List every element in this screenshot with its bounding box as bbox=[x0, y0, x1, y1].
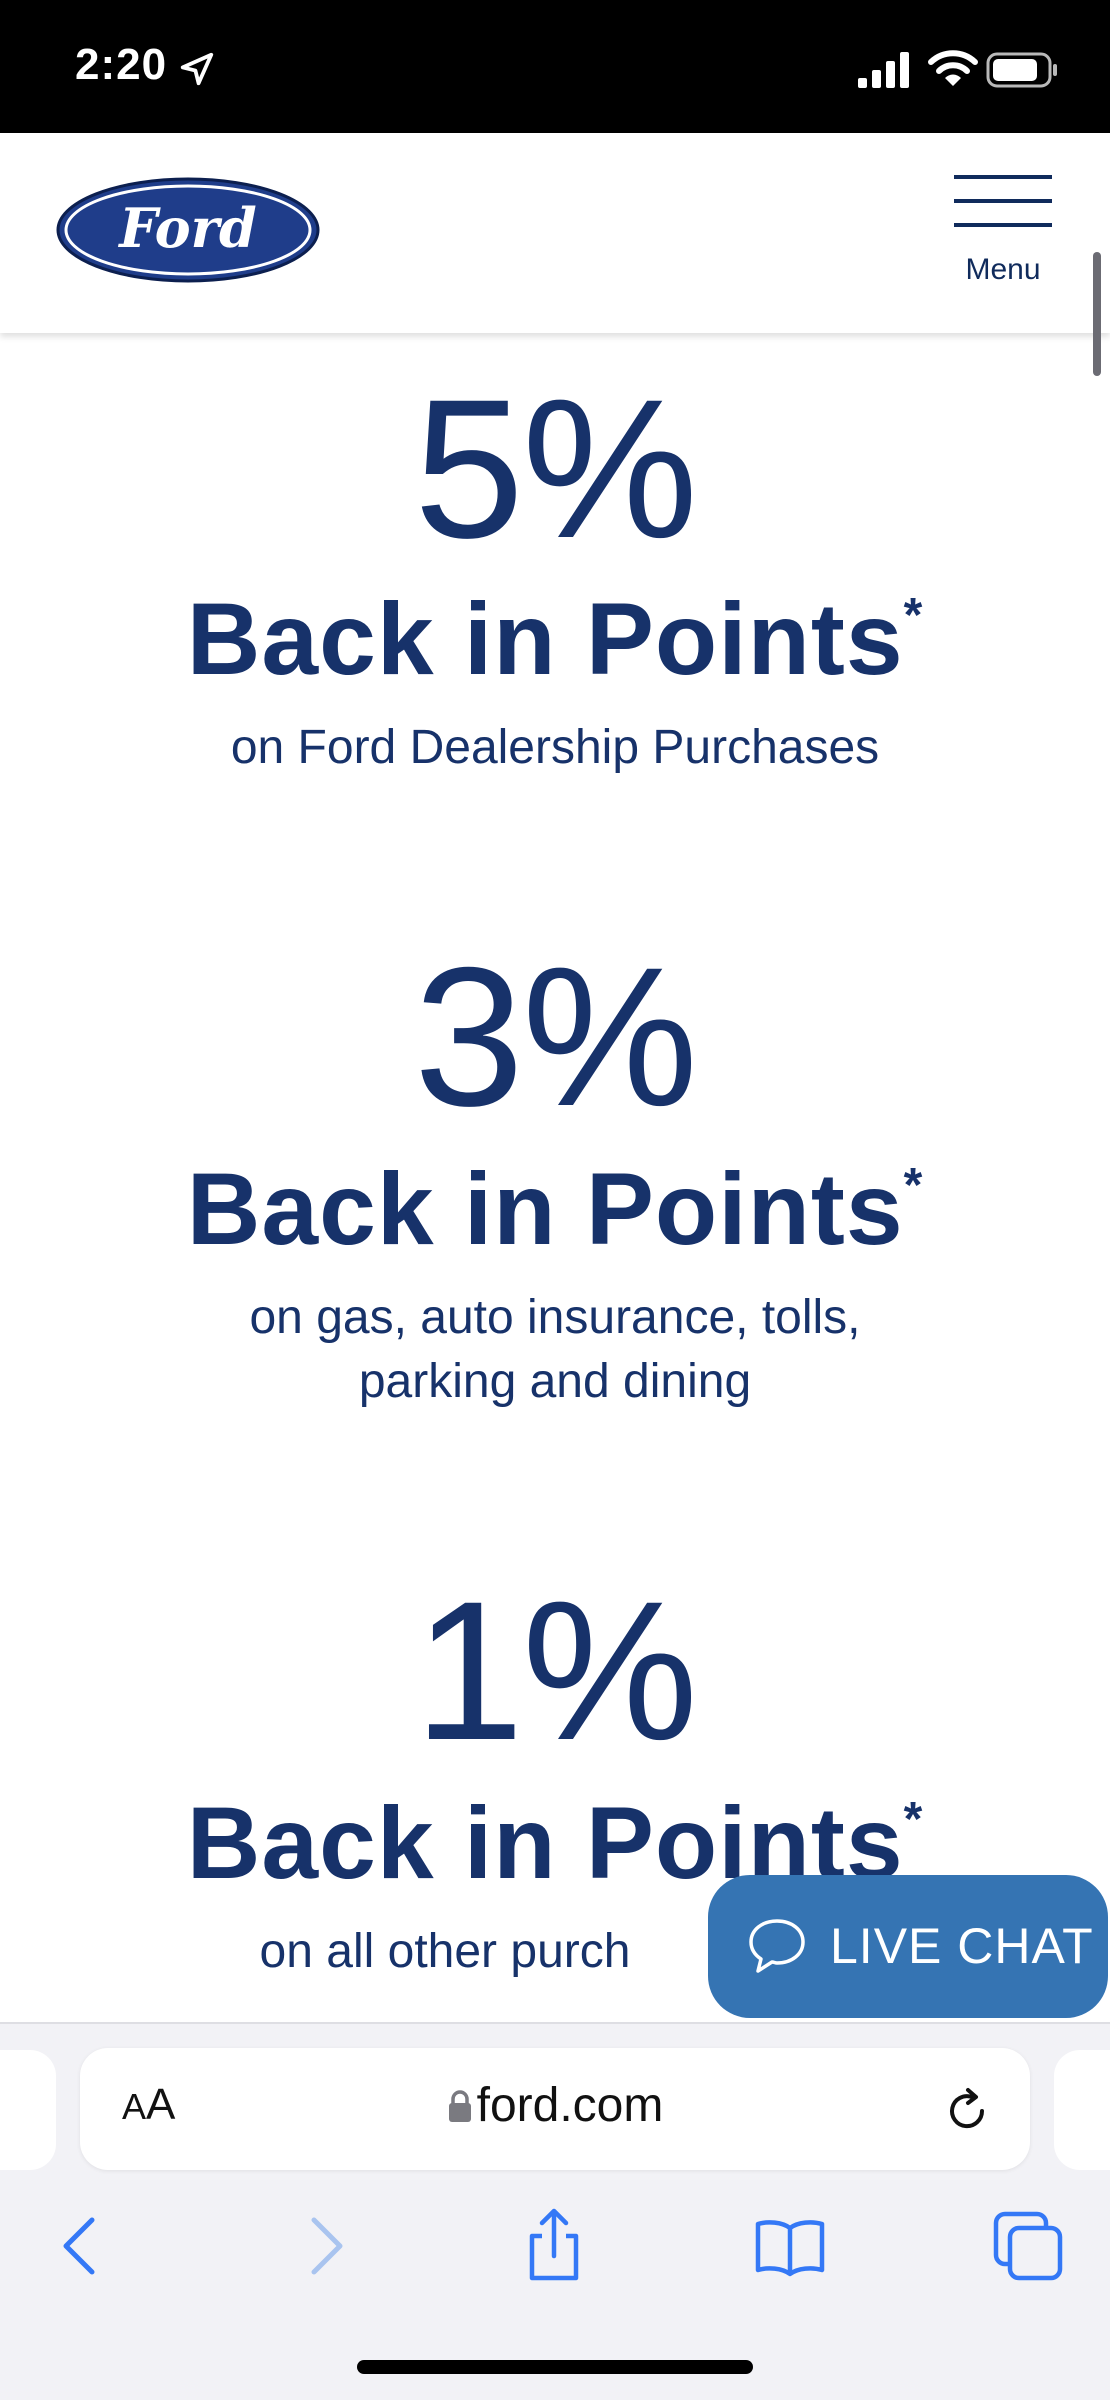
lock-icon bbox=[448, 2090, 471, 2122]
offer-title: Back in Points* bbox=[0, 588, 1110, 690]
offer-percent: 3% bbox=[413, 926, 698, 1147]
offer-title-text: Back in Points bbox=[186, 1152, 904, 1266]
offer-title: Back in Points* bbox=[0, 1158, 1110, 1260]
location-arrow-icon bbox=[180, 52, 214, 86]
offer-percent: 5% bbox=[413, 358, 698, 579]
url-text: ford.com bbox=[476, 2079, 664, 2132]
menu-button[interactable]: Menu bbox=[948, 175, 1058, 295]
offer-percent: 1% bbox=[413, 1560, 698, 1781]
cellular-signal-icon bbox=[858, 52, 909, 88]
address-bar[interactable]: AA ford.com bbox=[80, 2048, 1030, 2170]
next-tab-peek[interactable] bbox=[1054, 2050, 1110, 2170]
tabs-icon[interactable] bbox=[988, 2206, 1068, 2286]
offer-asterisk: * bbox=[903, 589, 924, 642]
hamburger-line bbox=[954, 175, 1052, 179]
offer-asterisk: * bbox=[903, 1159, 924, 1212]
live-chat-label: LIVE CHAT bbox=[830, 1918, 1094, 1974]
hamburger-line bbox=[954, 223, 1052, 227]
wifi-icon bbox=[928, 50, 978, 86]
offer-description-line: on gas, auto insurance, tolls, bbox=[249, 1291, 861, 1344]
chat-bubble-icon bbox=[749, 1919, 805, 1973]
browser-toolbar: AA ford.com bbox=[0, 2022, 1110, 2400]
reload-icon[interactable] bbox=[942, 2086, 992, 2136]
live-chat-button[interactable]: LIVE CHAT bbox=[708, 1875, 1108, 2018]
hamburger-line bbox=[954, 199, 1052, 203]
site-header: Ford Menu bbox=[0, 133, 1110, 333]
offer-asterisk: * bbox=[903, 1793, 924, 1846]
back-icon[interactable] bbox=[44, 2206, 124, 2286]
offer-block: 5% Back in Points* on Ford Dealership Pu… bbox=[0, 370, 1110, 780]
offer-description-line: parking and dining bbox=[358, 1355, 752, 1408]
previous-tab-peek[interactable] bbox=[0, 2050, 56, 2170]
offer-description: on Ford Dealership Purchases bbox=[230, 721, 880, 774]
home-indicator[interactable] bbox=[357, 2360, 753, 2374]
share-icon[interactable] bbox=[514, 2206, 594, 2286]
ford-logo[interactable]: Ford bbox=[55, 175, 321, 285]
offer-title-text: Back in Points bbox=[186, 582, 904, 696]
offer-description: on gas, auto insurance, tolls, parking a… bbox=[0, 1286, 1110, 1414]
status-bar: 2:20 bbox=[0, 0, 1110, 133]
menu-label: Menu bbox=[965, 253, 1041, 286]
battery-icon bbox=[986, 52, 1057, 88]
ford-logo-text: Ford bbox=[117, 196, 257, 260]
bookmarks-icon[interactable] bbox=[750, 2206, 830, 2286]
forward-icon[interactable] bbox=[282, 2206, 362, 2286]
status-time: 2:20 bbox=[75, 40, 168, 89]
url-display[interactable]: ford.com bbox=[80, 2078, 1030, 2133]
scroll-indicator[interactable] bbox=[1093, 252, 1101, 376]
offer-block: 3% Back in Points* on gas, auto insuranc… bbox=[0, 938, 1110, 1414]
